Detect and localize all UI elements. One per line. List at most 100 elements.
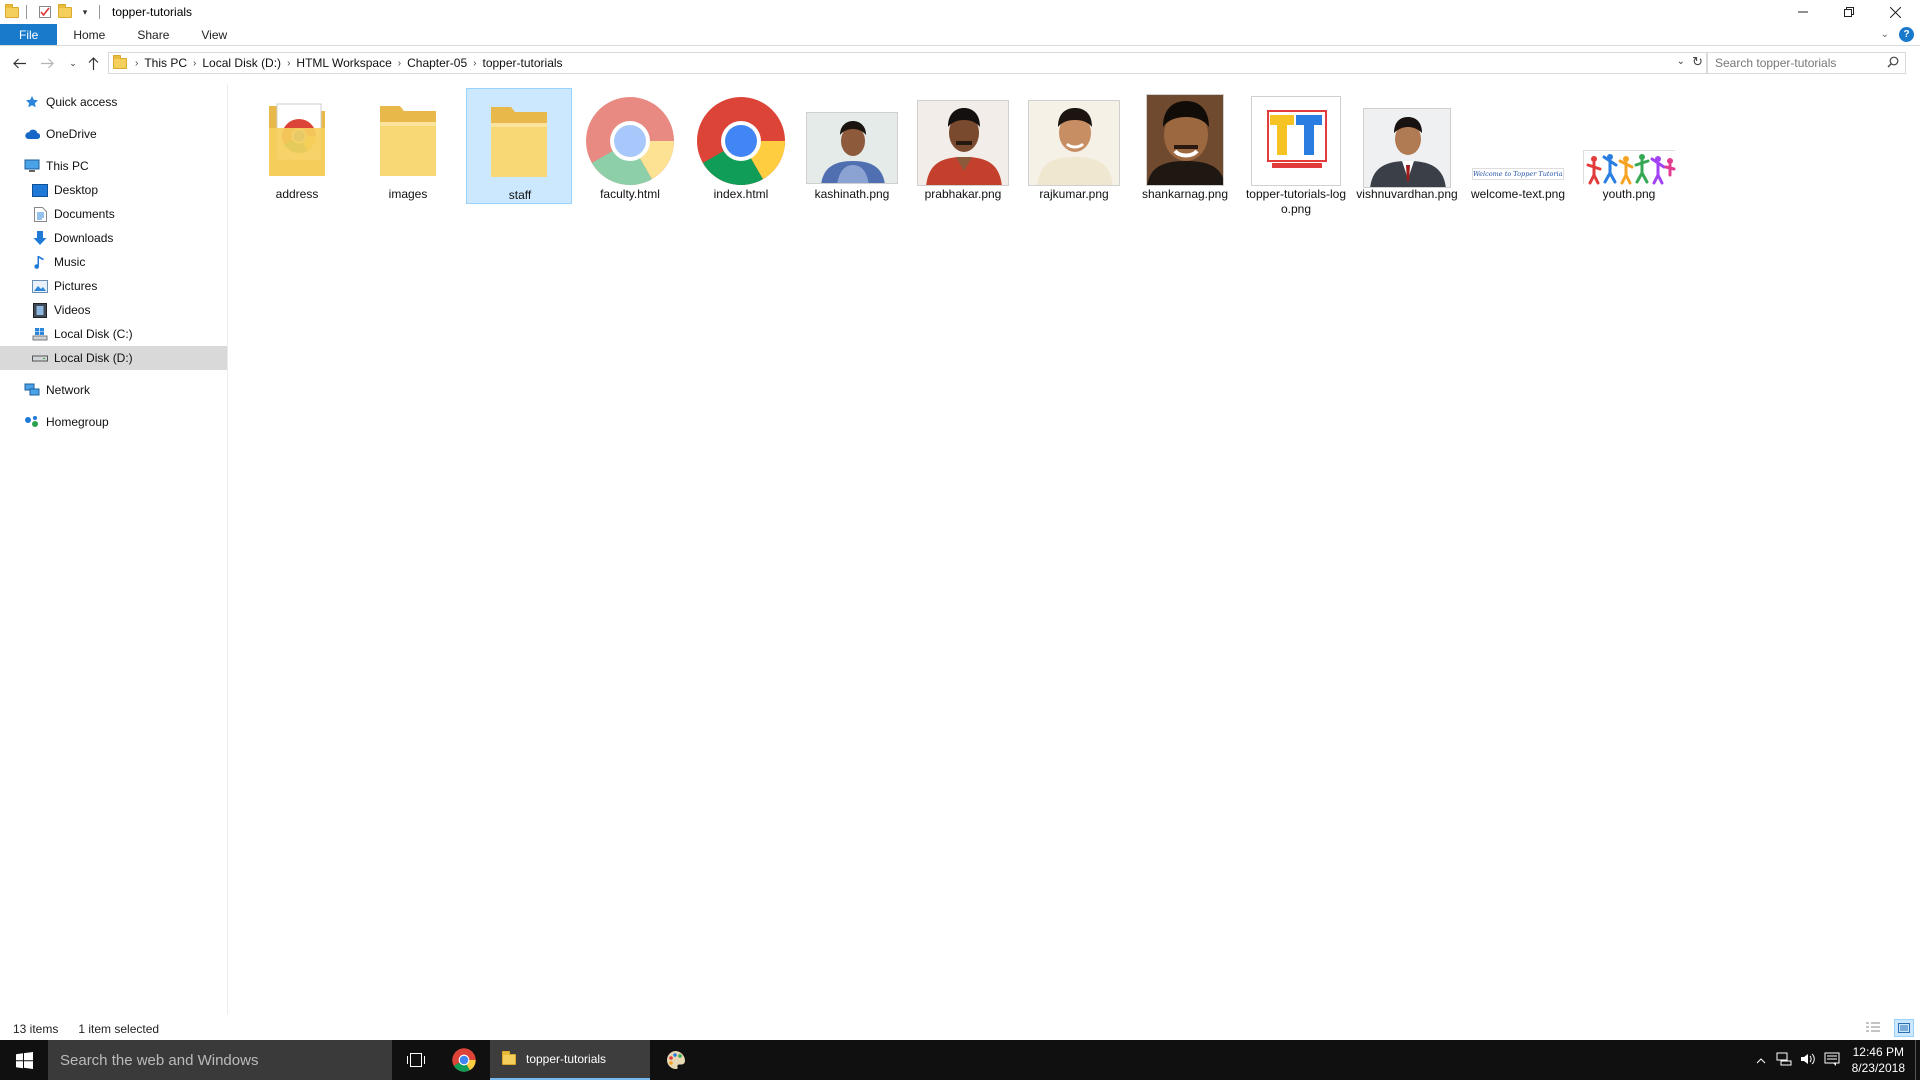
ribbon-tabs: File Home Share View ⌄ ? bbox=[0, 24, 1920, 46]
file-tile-images[interactable]: images bbox=[355, 88, 461, 204]
customize-quick-access-icon[interactable]: ▾ bbox=[77, 4, 93, 20]
breadcrumb-separator[interactable]: › bbox=[396, 58, 403, 69]
task-view-button[interactable] bbox=[392, 1040, 440, 1080]
breadcrumb-local-disk-d[interactable]: Local Disk (D:) bbox=[198, 56, 285, 70]
file-tile-rajkumar-png[interactable]: rajkumar.png bbox=[1021, 88, 1127, 204]
file-tile-kashinath-png[interactable]: kashinath.png bbox=[799, 88, 905, 204]
breadcrumb-separator[interactable]: › bbox=[133, 58, 140, 69]
back-arrow-icon[interactable] bbox=[8, 52, 30, 74]
sidebar-item-videos[interactable]: Videos bbox=[32, 298, 224, 322]
address-history-chevron-icon[interactable]: ⌄ bbox=[1677, 56, 1685, 67]
show-desktop-button[interactable] bbox=[1915, 1040, 1920, 1080]
expand-ribbon-icon[interactable]: ⌄ bbox=[1881, 29, 1889, 40]
chrome-document-icon bbox=[585, 96, 675, 189]
taskbar-chrome-button[interactable] bbox=[440, 1040, 488, 1080]
file-name: images bbox=[388, 187, 428, 201]
file-tile-vishnuvardhan-png[interactable]: vishnuvardhan.png bbox=[1354, 88, 1460, 204]
system-tray: 12:46 PM 8/23/2018 bbox=[1750, 1040, 1920, 1080]
file-tile-faculty-html[interactable]: faculty.html bbox=[577, 88, 683, 204]
homegroup-icon bbox=[24, 414, 40, 430]
file-name: vishnuvardhan.png bbox=[1356, 187, 1458, 201]
tab-home[interactable]: Home bbox=[57, 24, 121, 45]
breadcrumb-html-workspace[interactable]: HTML Workspace bbox=[292, 56, 395, 70]
taskbar-search-input[interactable]: Search the web and Windows bbox=[60, 1052, 258, 1069]
file-tile-topper-tutorials-logo-png[interactable]: topper-tutorials-logo.png bbox=[1243, 88, 1349, 216]
forward-arrow-icon[interactable] bbox=[36, 52, 58, 74]
action-center-icon[interactable] bbox=[1820, 1052, 1844, 1069]
tab-view[interactable]: View bbox=[185, 24, 243, 45]
file-name: youth.png bbox=[1602, 187, 1656, 201]
new-folder-icon[interactable] bbox=[57, 3, 73, 20]
sidebar-item-music[interactable]: Music bbox=[32, 250, 224, 274]
sidebar-item-desktop[interactable]: Desktop bbox=[32, 178, 224, 202]
network-icon bbox=[24, 382, 40, 398]
breadcrumb-chapter-05[interactable]: Chapter-05 bbox=[403, 56, 471, 70]
clock[interactable]: 12:46 PM 8/23/2018 bbox=[1852, 1044, 1905, 1076]
file-tile-welcome-text-png[interactable]: Welcome to Topper Tutorials welcome-text… bbox=[1465, 88, 1571, 204]
taskbar-paint-button[interactable] bbox=[652, 1040, 700, 1080]
file-tile-address[interactable]: address bbox=[244, 88, 350, 204]
sidebar-item-label: Local Disk (C:) bbox=[54, 327, 133, 341]
file-tile-shankarnag-png[interactable]: shankarnag.png bbox=[1132, 88, 1238, 204]
task-view-icon bbox=[407, 1053, 425, 1067]
windows-logo-icon bbox=[15, 1051, 33, 1069]
start-button[interactable] bbox=[0, 1040, 48, 1080]
restore-button[interactable] bbox=[1826, 0, 1872, 24]
sidebar-item-label: Network bbox=[46, 383, 91, 397]
photo-thumbnail bbox=[1028, 100, 1120, 186]
taskbar-search-box[interactable]: Search the web and Windows bbox=[48, 1040, 392, 1080]
logo-thumbnail bbox=[1251, 96, 1341, 186]
breadcrumb-separator[interactable]: › bbox=[285, 58, 292, 69]
music-note-icon bbox=[32, 254, 48, 270]
close-button[interactable] bbox=[1872, 0, 1918, 24]
tab-file[interactable]: File bbox=[0, 24, 58, 45]
sidebar-item-pictures[interactable]: Pictures bbox=[32, 274, 224, 298]
sidebar-item-label: Downloads bbox=[54, 231, 114, 245]
chrome-icon bbox=[452, 1048, 476, 1072]
file-explorer-icon bbox=[502, 1050, 516, 1065]
properties-icon[interactable] bbox=[37, 4, 53, 20]
sidebar-item-downloads[interactable]: Downloads bbox=[32, 226, 224, 250]
large-icons-view-icon[interactable] bbox=[1894, 1019, 1914, 1037]
selection-count: 1 item selected bbox=[78, 1022, 160, 1036]
address-bar[interactable]: › This PC › Local Disk (D:) › HTML Works… bbox=[108, 52, 1708, 74]
sidebar-item-quick-access[interactable]: Quick access bbox=[24, 90, 224, 114]
search-input[interactable]: Search topper-tutorials bbox=[1715, 56, 1836, 70]
show-hidden-icons-chevron-icon[interactable] bbox=[1750, 1053, 1772, 1067]
recent-locations-icon[interactable]: ⌄ bbox=[62, 52, 84, 74]
sidebar-item-local-disk-d[interactable]: Local Disk (D:) bbox=[0, 346, 227, 370]
up-arrow-icon[interactable] bbox=[82, 52, 104, 74]
file-name: address bbox=[275, 187, 319, 201]
refresh-icon[interactable]: ↻ bbox=[1692, 54, 1703, 70]
help-icon[interactable]: ? bbox=[1899, 27, 1914, 42]
sidebar-item-local-disk-c[interactable]: Local Disk (C:) bbox=[32, 322, 224, 346]
sidebar-item-onedrive[interactable]: OneDrive bbox=[24, 122, 224, 146]
file-name: kashinath.png bbox=[814, 187, 890, 201]
file-tile-prabhakar-png[interactable]: prabhakar.png bbox=[910, 88, 1016, 204]
sidebar-item-label: Local Disk (D:) bbox=[54, 351, 133, 365]
sidebar-item-documents[interactable]: Documents bbox=[32, 202, 224, 226]
sidebar-item-homegroup[interactable]: Homegroup bbox=[24, 410, 224, 434]
breadcrumb-topper-tutorials[interactable]: topper-tutorials bbox=[479, 56, 567, 70]
file-name: staff bbox=[508, 188, 532, 202]
folder-icon bbox=[113, 54, 127, 69]
file-tile-staff[interactable]: staff bbox=[466, 88, 572, 204]
search-box[interactable]: Search topper-tutorials bbox=[1706, 52, 1906, 74]
sidebar-item-network[interactable]: Network bbox=[24, 378, 224, 402]
sidebar-item-this-pc[interactable]: This PC bbox=[24, 154, 224, 178]
documents-icon bbox=[32, 206, 48, 222]
network-status-icon[interactable] bbox=[1772, 1052, 1796, 1069]
taskbar-explorer-button[interactable]: topper-tutorials bbox=[490, 1040, 650, 1080]
film-icon bbox=[32, 302, 48, 318]
file-tile-youth-png[interactable]: youth.png bbox=[1576, 88, 1682, 204]
minimize-button[interactable] bbox=[1780, 0, 1826, 24]
file-name: faculty.html bbox=[600, 187, 660, 201]
file-tile-index-html[interactable]: index.html bbox=[688, 88, 794, 204]
details-view-icon[interactable] bbox=[1866, 1022, 1880, 1037]
breadcrumb-separator[interactable]: › bbox=[191, 58, 198, 69]
breadcrumb-this-pc[interactable]: This PC bbox=[140, 56, 191, 70]
tab-share[interactable]: Share bbox=[121, 24, 185, 45]
search-icon[interactable] bbox=[1887, 56, 1899, 71]
breadcrumb-separator[interactable]: › bbox=[471, 58, 478, 69]
volume-icon[interactable] bbox=[1796, 1052, 1820, 1069]
